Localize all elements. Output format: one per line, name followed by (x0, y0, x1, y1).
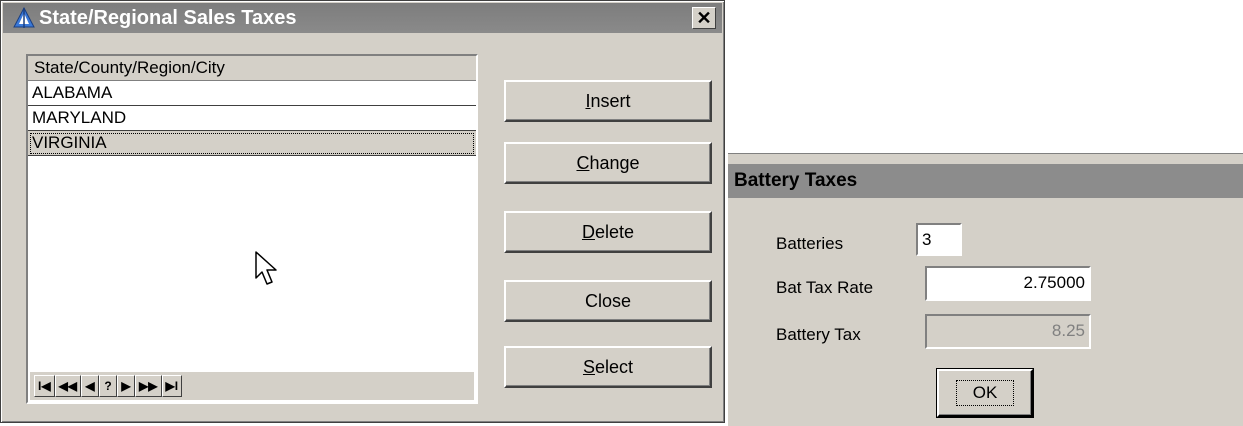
list-item[interactable]: ALABAMA (28, 81, 476, 106)
change-hotkey: C (576, 152, 590, 173)
list-item-selected[interactable]: VIRGINIA (28, 131, 476, 156)
batteries-field[interactable]: 3 (916, 223, 962, 256)
select-button[interactable]: Select (504, 346, 712, 388)
nav-last-button[interactable]: ▶I (161, 375, 183, 397)
close-window-button[interactable]: ✕ (692, 7, 716, 29)
select-hotkey: S (582, 356, 595, 377)
nav-first-button[interactable]: I◀ (34, 375, 55, 397)
change-button[interactable]: Change (504, 142, 712, 184)
ok-label: OK (955, 380, 1015, 406)
nav-prev-button[interactable]: ◀ (81, 375, 100, 397)
change-label: hange (589, 152, 640, 173)
mouse-pointer-icon (255, 251, 277, 285)
nav-search-button[interactable]: ? (99, 375, 118, 397)
battery-taxes-panel: Battery Taxes Batteries 3 Bat Tax Rate 2… (728, 153, 1243, 426)
nav-next-button[interactable]: ▶ (117, 375, 136, 397)
close-icon: ✕ (696, 8, 712, 28)
delete-hotkey: D (581, 221, 595, 242)
battery-tax-field: 8.25 (925, 314, 1091, 349)
sales-taxes-dialog: State/Regional Sales Taxes ✕ State/Count… (0, 0, 725, 423)
insert-button[interactable]: Insert (504, 80, 712, 122)
dialog-title: State/Regional Sales Taxes (39, 6, 297, 29)
close-button[interactable]: Close (504, 280, 712, 322)
location-list[interactable]: State/County/Region/City ALABAMA MARYLAN… (26, 54, 478, 404)
record-navigator: I◀ ◀◀ ◀ ? ▶ ▶▶ ▶I (30, 372, 474, 400)
bat-tax-rate-field[interactable]: 2.75000 (925, 266, 1091, 301)
select-label: elect (594, 356, 634, 377)
nav-prev-page-button[interactable]: ◀◀ (54, 375, 82, 397)
bat-tax-rate-label: Bat Tax Rate (776, 278, 874, 297)
list-item[interactable]: MARYLAND (28, 106, 476, 131)
insert-label: nsert (590, 90, 631, 111)
app-triangle-icon (13, 7, 35, 28)
delete-button[interactable]: Delete (504, 211, 712, 253)
ok-button[interactable]: OK (937, 369, 1033, 417)
batteries-label: Batteries (776, 234, 844, 253)
close-label: Close (584, 290, 632, 311)
battery-tax-label: Battery Tax (776, 325, 861, 344)
nav-next-page-button[interactable]: ▶▶ (135, 375, 162, 397)
title-bar[interactable]: State/Regional Sales Taxes ✕ (3, 3, 722, 33)
delete-label: elete (594, 221, 635, 242)
list-column-header[interactable]: State/County/Region/City (28, 56, 476, 81)
battery-panel-title: Battery Taxes (728, 164, 1243, 198)
